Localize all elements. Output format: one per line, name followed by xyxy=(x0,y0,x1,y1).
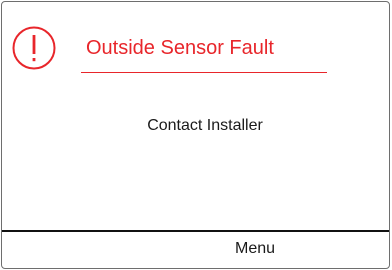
exclamation-circle-icon xyxy=(12,26,56,70)
alert-screen: Outside Sensor Fault Contact Installer M… xyxy=(1,1,390,269)
title-underline xyxy=(81,72,327,73)
menu-button[interactable]: Menu xyxy=(2,233,389,268)
alert-message: Contact Installer xyxy=(147,117,263,134)
footer-divider xyxy=(2,230,389,232)
menu-button-label: Menu xyxy=(234,240,276,257)
alert-title: Outside Sensor Fault xyxy=(86,37,274,59)
